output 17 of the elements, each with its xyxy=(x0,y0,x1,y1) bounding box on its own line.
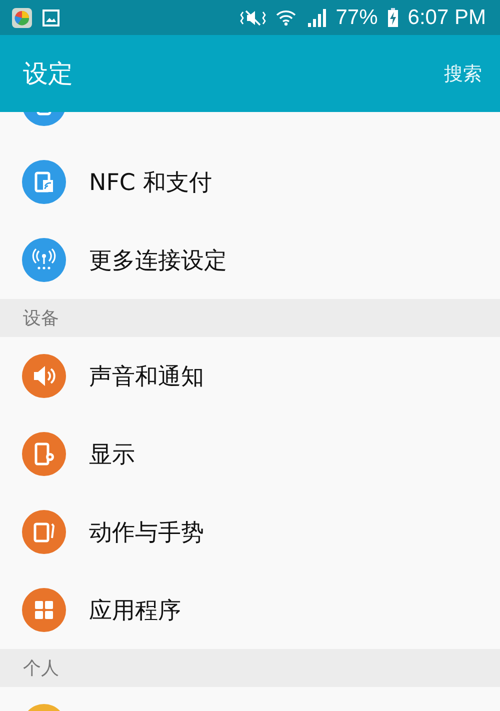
settings-item[interactable]: 声音和通知 xyxy=(89,360,204,392)
settings-item[interactable]: 更多连接设定 xyxy=(89,244,227,276)
battery-percentage: 77% xyxy=(336,6,378,30)
image-icon xyxy=(42,8,60,26)
vibrate-mute-icon xyxy=(240,8,266,26)
wifi-icon xyxy=(276,10,296,26)
section-header: 个人 xyxy=(23,657,59,680)
settings-item[interactable]: NFC 和支付 xyxy=(89,166,212,198)
signal-icon xyxy=(306,8,326,26)
section-header: 设备 xyxy=(23,307,59,330)
page-title: 设定 xyxy=(23,58,73,90)
settings-item[interactable]: 显示 xyxy=(89,438,135,470)
settings-item[interactable]: 动作与手势 xyxy=(89,516,204,548)
app-icon xyxy=(12,8,32,28)
battery-charging-icon xyxy=(388,8,398,27)
clock-time: 6:07 PM xyxy=(408,6,486,30)
settings-item[interactable]: 应用程序 xyxy=(89,594,181,626)
